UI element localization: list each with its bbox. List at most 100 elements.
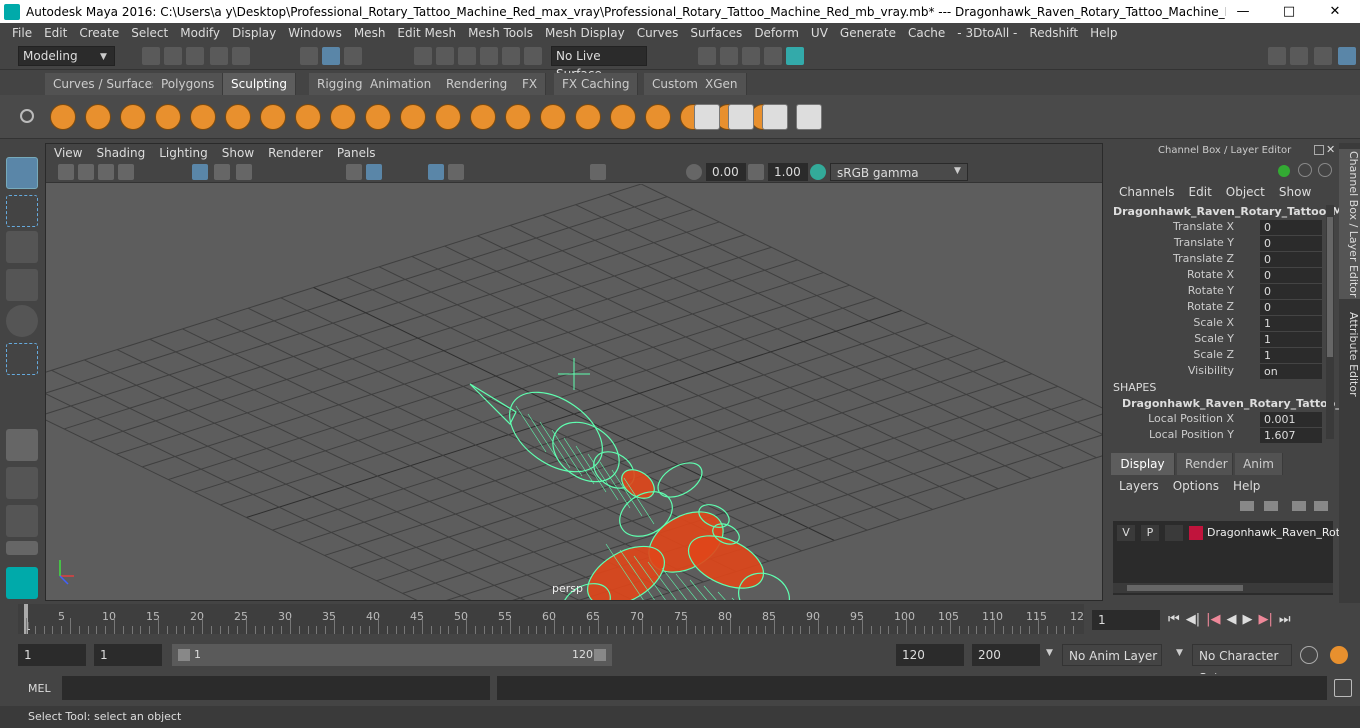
scrollbar-thumb[interactable] xyxy=(1127,585,1243,591)
command-input[interactable] xyxy=(62,676,490,700)
attribute-value-field[interactable]: 0 xyxy=(1260,252,1322,267)
layer-list-hscrollbar[interactable] xyxy=(1113,583,1333,593)
outliner-layout-icon[interactable] xyxy=(6,541,38,555)
attribute-row[interactable]: Translate X 0 xyxy=(1108,220,1322,236)
save-scene-icon[interactable] xyxy=(186,47,204,65)
tab-attribute-editor[interactable]: Attribute Editor xyxy=(1339,309,1360,399)
viewport-menu-shading[interactable]: Shading xyxy=(96,146,145,160)
script-editor-icon[interactable] xyxy=(1334,679,1352,697)
smear-tool-icon[interactable] xyxy=(540,104,566,130)
menu-create[interactable]: Create xyxy=(79,26,119,40)
menu-uv[interactable]: UV xyxy=(811,26,828,40)
menu-edit[interactable]: Edit xyxy=(44,26,67,40)
camera-icon[interactable] xyxy=(58,164,74,180)
smooth-tool-icon[interactable] xyxy=(85,104,111,130)
resolution-gate-icon[interactable] xyxy=(236,164,252,180)
viewport-menu-lighting[interactable]: Lighting xyxy=(159,146,208,160)
panel-toggle-icon[interactable] xyxy=(1314,47,1332,65)
maximize-button[interactable]: □ xyxy=(1266,0,1312,23)
single-perspective-layout-icon[interactable] xyxy=(6,429,38,461)
attribute-row[interactable]: Rotate X 0 xyxy=(1108,268,1322,284)
foamy-tool-icon[interactable] xyxy=(260,104,286,130)
channel-menu-channels[interactable]: Channels xyxy=(1119,185,1175,201)
current-frame-field[interactable]: 1 xyxy=(1092,610,1160,630)
attribute-row[interactable]: Local Position Y 1.607 xyxy=(1108,428,1322,444)
move-tool-icon[interactable] xyxy=(6,269,38,301)
character-set-select[interactable]: No Character Set xyxy=(1192,644,1292,685)
menu-cache[interactable]: Cache xyxy=(908,26,945,40)
hyperbolic-icon[interactable] xyxy=(1318,163,1332,177)
texture-deform-icon[interactable] xyxy=(796,104,822,130)
menu-mesh-display[interactable]: Mesh Display xyxy=(545,26,625,40)
select-component-icon[interactable] xyxy=(344,47,362,65)
attribute-value-field[interactable]: on xyxy=(1260,364,1322,379)
four-view-layout-icon[interactable] xyxy=(6,467,38,499)
stamp-icon[interactable] xyxy=(728,104,754,130)
mel-label[interactable]: MEL xyxy=(28,682,51,695)
camera-attr-icon[interactable] xyxy=(78,164,94,180)
pinch-tool-icon[interactable] xyxy=(190,104,216,130)
tab-layer-render[interactable]: Render xyxy=(1177,453,1233,475)
auto-key-icon[interactable] xyxy=(1300,646,1318,664)
layer-menu-layers[interactable]: Layers xyxy=(1119,479,1159,495)
fill-tool-icon[interactable] xyxy=(470,104,496,130)
freeze-tool-icon[interactable] xyxy=(645,104,671,130)
play-backward-icon[interactable]: ◀ xyxy=(1226,612,1236,630)
menu-mesh-tools[interactable]: Mesh Tools xyxy=(468,26,533,40)
snap-curve-icon[interactable] xyxy=(436,47,454,65)
float-panel-icon[interactable] xyxy=(1314,145,1324,155)
attribute-row[interactable]: Visibility on xyxy=(1108,364,1322,380)
isolate-select-icon[interactable] xyxy=(590,164,606,180)
time-slider-track[interactable]: 1 51015202530354045505560657075808590951… xyxy=(18,604,1084,634)
select-object-icon[interactable] xyxy=(322,47,340,65)
tab-fx[interactable]: FX xyxy=(514,73,547,95)
new-layer-selected-icon[interactable] xyxy=(1264,501,1278,511)
attribute-value-field[interactable]: 1 xyxy=(1260,316,1322,331)
viewport-menu-view[interactable]: View xyxy=(54,146,82,160)
channel-menu-edit[interactable]: Edit xyxy=(1189,185,1212,201)
go-to-end-icon[interactable]: ⏭ xyxy=(1279,612,1291,630)
snap-view-icon[interactable] xyxy=(480,47,498,65)
color-management-icon[interactable] xyxy=(810,164,826,180)
range-slider-bar[interactable]: 1 120 xyxy=(172,644,612,666)
select-tool-icon[interactable] xyxy=(6,157,38,189)
tab-polygons[interactable]: Polygons xyxy=(153,73,224,95)
color-space-select[interactable]: sRGB gamma xyxy=(830,163,968,181)
close-panel-icon[interactable]: ✕ xyxy=(1326,143,1335,156)
relax-tool-icon[interactable] xyxy=(120,104,146,130)
render-frame-icon[interactable] xyxy=(720,47,738,65)
move-layer-down-icon[interactable] xyxy=(1314,501,1328,511)
flatten-tool-icon[interactable] xyxy=(225,104,251,130)
attribute-row[interactable]: Scale Y 1 xyxy=(1108,332,1322,348)
maya-home-icon[interactable] xyxy=(6,567,38,599)
attribute-row[interactable]: Rotate Z 0 xyxy=(1108,300,1322,316)
minimize-button[interactable]: — xyxy=(1220,0,1266,23)
tab-curves-surfaces[interactable]: Curves / Surfaces xyxy=(45,73,168,95)
sculpt-tool-icon[interactable] xyxy=(50,104,76,130)
exposure-icon[interactable] xyxy=(686,164,702,180)
wax-tool-icon[interactable] xyxy=(400,104,426,130)
gear-icon[interactable] xyxy=(20,109,34,123)
menu-deform[interactable]: Deform xyxy=(754,26,799,40)
lights-icon[interactable] xyxy=(448,164,464,180)
viewport-menu-show[interactable]: Show xyxy=(222,146,254,160)
two-view-layout-icon[interactable] xyxy=(6,505,38,537)
menu-modify[interactable]: Modify xyxy=(180,26,220,40)
channel-box-scrollbar[interactable] xyxy=(1326,205,1334,439)
layer-visibility-toggle[interactable]: V xyxy=(1117,525,1135,541)
tab-fx-caching[interactable]: FX Caching xyxy=(554,73,639,95)
exposure-field[interactable]: 0.00 xyxy=(706,163,746,181)
layer-menu-options[interactable]: Options xyxy=(1173,479,1219,495)
layer-row[interactable]: V P Dragonhawk_Raven_Rot xyxy=(1113,525,1340,543)
knife-tool-icon[interactable] xyxy=(505,104,531,130)
spray-tool-icon[interactable] xyxy=(295,104,321,130)
scrollbar-thumb[interactable] xyxy=(1327,217,1333,357)
snap-grid-icon[interactable] xyxy=(414,47,432,65)
menu-curves[interactable]: Curves xyxy=(637,26,679,40)
paint-select-tool-icon[interactable] xyxy=(6,231,38,263)
go-to-start-icon[interactable]: ⏮ xyxy=(1168,612,1180,630)
layer-name[interactable]: Dragonhawk_Raven_Rot xyxy=(1207,526,1340,539)
smooth-shade-icon[interactable] xyxy=(366,164,382,180)
menu-file[interactable]: File xyxy=(12,26,32,40)
menu-3dtoall[interactable]: - 3DtoAll - xyxy=(957,26,1017,40)
